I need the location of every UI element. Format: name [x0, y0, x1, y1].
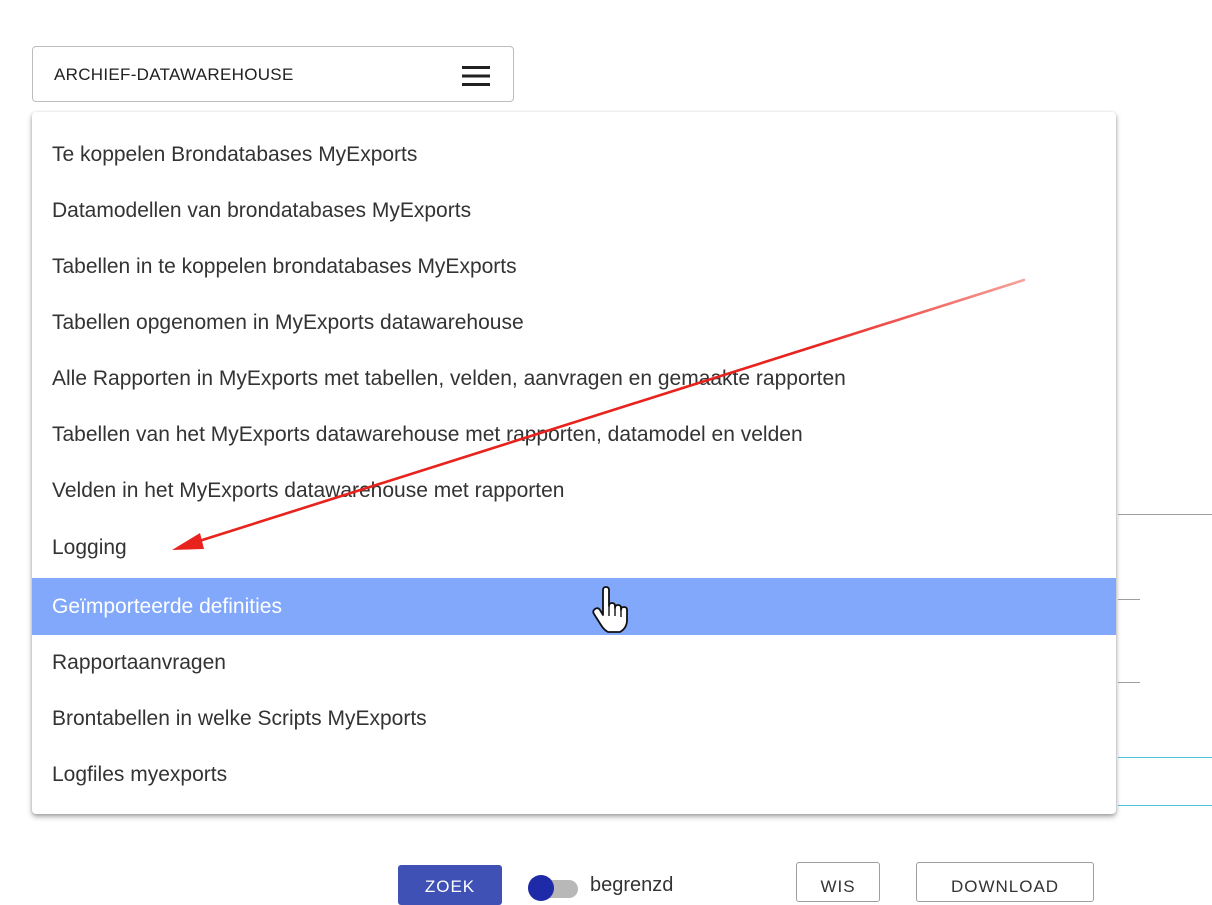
hand-pointer-icon [592, 586, 628, 633]
menu-item-label: Datamodellen van brondatabases MyExports [52, 198, 472, 222]
menu-item[interactable]: Tabellen van het MyExports datawarehouse… [32, 406, 1116, 463]
archief-menu-button[interactable]: ARCHIEF-DATAWAREHOUSE [32, 46, 514, 102]
wis-button[interactable]: WIS [796, 862, 880, 902]
menu-item[interactable]: Te koppelen Brondatabases MyExports [32, 126, 1116, 183]
menu-item-label: Alle Rapporten in MyExports met tabellen… [52, 366, 846, 390]
archief-dropdown-menu: Te koppelen Brondatabases MyExports Data… [32, 112, 1116, 814]
menu-item-label: Tabellen opgenomen in MyExports dataware… [52, 310, 524, 334]
menu-item-label: Logfiles myexports [52, 762, 228, 786]
background-divider [1118, 599, 1140, 600]
zoek-button-label: ZOEK [424, 877, 476, 896]
background-divider [1118, 682, 1140, 683]
menu-item-geimporteerde-definities[interactable]: Geïmporteerde definities [32, 578, 1116, 635]
background-divider [1118, 514, 1212, 515]
menu-item[interactable]: Rapportaanvragen [32, 634, 1116, 691]
menu-item-label: Geïmporteerde definities [52, 594, 282, 618]
background-field-underline [1118, 757, 1212, 758]
menu-item[interactable]: Alle Rapporten in MyExports met tabellen… [32, 350, 1116, 407]
toggle-label: begrenzd [590, 874, 674, 896]
menu-item[interactable]: Logfiles myexports [32, 746, 1116, 803]
menu-item-label: Velden in het MyExports datawarehouse me… [52, 478, 565, 502]
menu-item[interactable]: Datamodellen van brondatabases MyExports [32, 182, 1116, 239]
menu-item-logging[interactable]: Logging [32, 519, 1116, 576]
toggle-knob[interactable] [528, 875, 554, 901]
download-button[interactable]: DOWNLOAD [916, 862, 1094, 902]
menu-item-label: Brontabellen in welke Scripts MyExports [52, 706, 427, 730]
menu-item-label: Rapportaanvragen [52, 650, 226, 674]
background-field-underline [1118, 805, 1212, 806]
menu-item-label: Te koppelen Brondatabases MyExports [52, 142, 418, 166]
wis-button-label: WIS [820, 877, 856, 896]
menu-button-label: ARCHIEF-DATAWAREHOUSE [54, 65, 294, 84]
zoek-button[interactable]: ZOEK [398, 865, 502, 905]
menu-item[interactable]: Tabellen opgenomen in MyExports dataware… [32, 294, 1116, 351]
menu-item-label: Tabellen van het MyExports datawarehouse… [52, 422, 803, 446]
menu-item[interactable]: Velden in het MyExports datawarehouse me… [32, 462, 1116, 519]
hamburger-icon [462, 66, 490, 86]
menu-item[interactable]: Brontabellen in welke Scripts MyExports [32, 690, 1116, 747]
download-button-label: DOWNLOAD [950, 877, 1060, 896]
menu-item[interactable]: Tabellen in te koppelen brondatabases My… [32, 238, 1116, 295]
menu-item-label: Logging [52, 535, 127, 559]
menu-item-label: Tabellen in te koppelen brondatabases My… [52, 254, 517, 278]
